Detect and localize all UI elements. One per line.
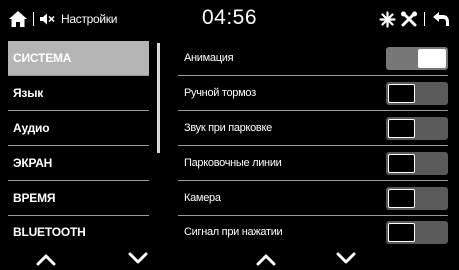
settings-list: Анимация Ручной тормоз Звук при парковке… bbox=[178, 41, 448, 246]
status-right bbox=[379, 8, 451, 30]
status-bar: Настройки 04:56 bbox=[0, 0, 459, 38]
handbrake-toggle[interactable] bbox=[386, 82, 448, 105]
setting-label: Звук при парковке bbox=[184, 122, 272, 134]
setting-row-camera: Камера bbox=[178, 181, 448, 215]
back-icon[interactable] bbox=[431, 11, 451, 28]
menu-item-language[interactable]: Язык bbox=[8, 76, 149, 110]
tools-icon bbox=[400, 11, 418, 28]
setting-row-handbrake: Ручной тормоз bbox=[178, 76, 448, 110]
menu-item-bluetooth[interactable]: BLUETOOTH bbox=[8, 215, 149, 249]
toggle-knob bbox=[388, 84, 415, 103]
menu-item-label: BLUETOOTH bbox=[13, 225, 86, 239]
setting-row-touch-beep: Сигнал при нажатии bbox=[178, 215, 448, 249]
menu-item-audio[interactable]: Аудио bbox=[8, 111, 149, 145]
setting-label: Ручной тормоз bbox=[184, 87, 256, 99]
parking-sound-toggle[interactable] bbox=[386, 117, 448, 140]
touch-beep-toggle[interactable] bbox=[386, 221, 448, 244]
settings-scroll-up-icon[interactable] bbox=[256, 252, 276, 266]
setting-row-parking-sound: Звук при парковке bbox=[178, 111, 448, 145]
setting-row-animation: Анимация bbox=[178, 41, 448, 75]
bottom-scroll-bar bbox=[0, 248, 459, 270]
menu-item-label: Аудио bbox=[13, 121, 50, 135]
setting-row-parking-lines: Парковочные линии bbox=[178, 146, 448, 180]
menu-item-label: ВРЕМЯ bbox=[13, 191, 56, 205]
bluetooth-icon bbox=[379, 10, 396, 28]
setting-label: Камера bbox=[184, 192, 221, 204]
settings-category-menu: СИСТЕМА Язык Аудио ЭКРАН ВРЕМЯ BLUETOOTH bbox=[8, 41, 149, 246]
menu-scrollbar[interactable] bbox=[157, 43, 160, 153]
menu-scroll-down-icon[interactable] bbox=[128, 252, 148, 266]
toggle-knob bbox=[388, 119, 415, 138]
settings-screen: Настройки 04:56 СИСТЕМА Язык Аудио ЭКРАН… bbox=[0, 0, 459, 270]
menu-item-system[interactable]: СИСТЕМА bbox=[8, 41, 149, 75]
settings-scroll-down-icon[interactable] bbox=[336, 252, 356, 266]
menu-item-label: СИСТЕМА bbox=[13, 51, 72, 65]
parking-lines-toggle[interactable] bbox=[386, 152, 448, 175]
setting-label: Парковочные линии bbox=[184, 157, 282, 169]
menu-item-label: ЭКРАН bbox=[13, 156, 53, 170]
menu-scroll-up-icon[interactable] bbox=[36, 252, 56, 266]
toggle-knob bbox=[418, 49, 446, 68]
toggle-knob bbox=[388, 154, 415, 173]
toggle-knob bbox=[388, 223, 415, 242]
status-separator-right bbox=[424, 12, 425, 26]
menu-item-label: Язык bbox=[13, 86, 44, 100]
setting-label: Сигнал при нажатии bbox=[184, 226, 283, 238]
menu-item-screen[interactable]: ЭКРАН bbox=[8, 146, 149, 180]
menu-item-time[interactable]: ВРЕМЯ bbox=[8, 181, 149, 215]
setting-label: Анимация bbox=[184, 52, 234, 64]
animation-toggle[interactable] bbox=[386, 47, 448, 70]
camera-toggle[interactable] bbox=[386, 187, 448, 210]
toggle-knob bbox=[388, 189, 415, 208]
